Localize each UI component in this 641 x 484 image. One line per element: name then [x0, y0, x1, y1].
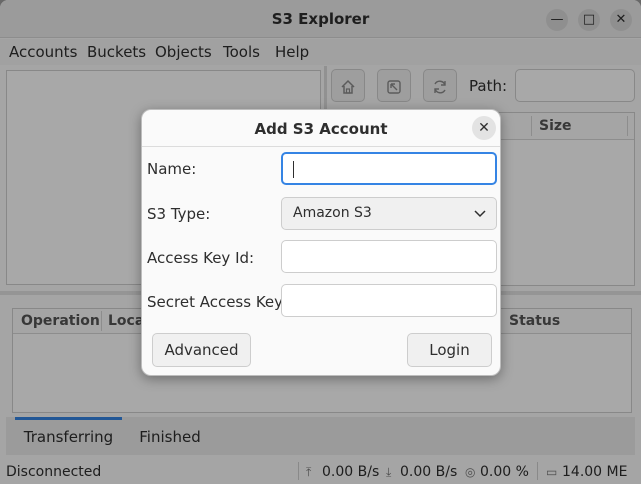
dialog-header: Add S3 Account ✕	[142, 110, 500, 147]
secret-key-field[interactable]	[281, 284, 497, 317]
advanced-button[interactable]: Advanced	[152, 333, 251, 367]
login-button[interactable]: Login	[407, 333, 492, 367]
close-icon: ✕	[478, 120, 490, 136]
s3-type-value: Amazon S3	[293, 205, 372, 221]
add-account-dialog: Add S3 Account ✕ Name: S3 Type: Amazon S…	[141, 109, 501, 376]
text-caret	[293, 161, 294, 178]
chevron-down-icon	[474, 204, 486, 228]
access-key-field[interactable]	[281, 240, 497, 273]
s3-type-label: S3 Type:	[147, 205, 211, 223]
s3-type-dropdown[interactable]: Amazon S3	[281, 197, 497, 230]
dialog-close-button[interactable]: ✕	[472, 116, 496, 140]
access-key-label: Access Key Id:	[147, 249, 255, 267]
name-label: Name:	[147, 160, 197, 178]
dialog-title: Add S3 Account	[254, 120, 388, 138]
name-field[interactable]	[281, 152, 497, 185]
secret-key-label: Secret Access Key:	[147, 293, 287, 311]
